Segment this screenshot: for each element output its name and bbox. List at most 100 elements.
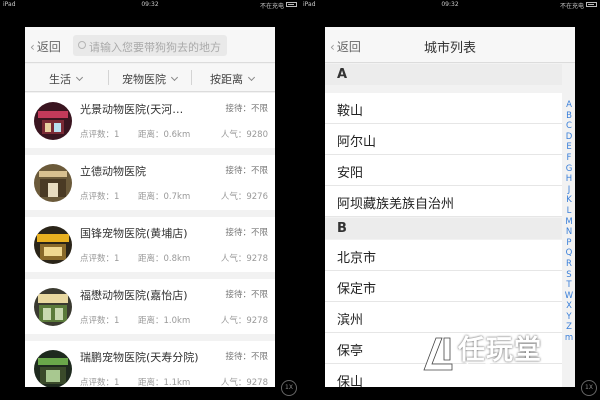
- clinic-reception: 接待：不限: [225, 104, 268, 114]
- city-item[interactable]: 阿坝藏族羌族自治州: [325, 186, 562, 217]
- left-ipad-screen: iPad 09:32 不在充电 ‹ 返回 请输入您要带狗狗去的地方 生活 宠物医院: [0, 0, 300, 400]
- index-letter[interactable]: N: [563, 227, 575, 238]
- clinic-name: 光景动物医院(天河…: [80, 103, 184, 116]
- filter-divider: [108, 70, 109, 85]
- clinic-popularity: 人气：9278: [220, 254, 268, 264]
- index-letter[interactable]: S: [563, 270, 575, 281]
- clinic-name: 福懋动物医院(嘉怡店): [80, 289, 188, 302]
- index-letter[interactable]: W: [563, 291, 575, 302]
- status-time: 09:32: [141, 1, 159, 8]
- index-letter[interactable]: D: [563, 132, 575, 143]
- filter-category[interactable]: 生活: [49, 71, 84, 87]
- status-time: 09:32: [441, 1, 459, 8]
- clinic-popularity: 人气：9280: [220, 130, 268, 140]
- city-name: 北京市: [337, 251, 377, 266]
- clinic-popularity: 人气：9278: [220, 316, 268, 326]
- clinic-row[interactable]: 福懋动物医院(嘉怡店) 接待：不限 点评数：1 距离：1.0km 人气：9278: [25, 279, 275, 334]
- index-letter[interactable]: X: [563, 301, 575, 312]
- city-item[interactable]: 安阳: [325, 155, 562, 186]
- index-letter[interactable]: Q: [563, 248, 575, 259]
- nav-bar: ‹ 返回 请输入您要带狗狗去的地方: [25, 27, 275, 63]
- filter-bar: 生活 宠物医院 按距离: [25, 64, 275, 92]
- filter-label: 宠物医院: [122, 73, 166, 86]
- clinic-photo: [34, 288, 72, 326]
- index-letter[interactable]: L: [563, 206, 575, 217]
- clinic-reviews: 点评数：1: [80, 316, 120, 326]
- index-letter[interactable]: G: [563, 164, 575, 175]
- clinic-row[interactable]: 国锋宠物医院(黄埔店) 接待：不限 点评数：1 距离：0.8km 人气：9278: [25, 217, 275, 272]
- city-name: 阿尔山: [337, 135, 377, 150]
- index-letter[interactable]: K: [563, 195, 575, 206]
- clinic-row[interactable]: 光景动物医院(天河… 接待：不限 点评数：1 距离：0.6km 人气：9280: [25, 93, 275, 148]
- zoom-button[interactable]: 1X: [581, 380, 597, 396]
- clinic-list-app: ‹ 返回 请输入您要带狗狗去的地方 生活 宠物医院 按距离 光景动物医院(天河……: [25, 27, 275, 387]
- index-letter[interactable]: F: [563, 153, 575, 164]
- back-label: 返回: [36, 40, 61, 54]
- clinic-reviews: 点评数：1: [80, 378, 120, 387]
- section-letter: A: [337, 67, 348, 82]
- index-letter[interactable]: H: [563, 174, 575, 185]
- city-name: 鞍山: [337, 104, 364, 119]
- index-letter[interactable]: J: [563, 185, 575, 196]
- clinic-reception: 接待：不限: [225, 352, 268, 362]
- nav-bar: ‹ 返回 城市列表: [325, 27, 575, 63]
- city-name: 保山: [337, 375, 364, 387]
- city-name: 滨州: [337, 313, 364, 328]
- clinic-reception: 接待：不限: [225, 166, 268, 176]
- chevron-left-icon: ‹: [30, 40, 35, 54]
- clinic-popularity: 人气：9278: [220, 378, 268, 387]
- clinic-distance: 距离：0.6km: [138, 130, 191, 140]
- clinic-reviews: 点评数：1: [80, 130, 120, 140]
- filter-label: 生活: [49, 73, 71, 86]
- back-button[interactable]: ‹ 返回: [30, 38, 61, 55]
- filter-type[interactable]: 宠物医院: [122, 71, 179, 87]
- search-icon: [78, 41, 86, 49]
- index-letter[interactable]: A: [563, 100, 575, 111]
- clinic-reception: 接待：不限: [225, 228, 268, 238]
- watermark-logo-icon: [423, 337, 453, 371]
- clinic-distance: 距离：0.7km: [138, 192, 191, 202]
- index-letter[interactable]: P: [563, 238, 575, 249]
- clinic-name: 瑞鹏宠物医院(天寿分院): [80, 351, 199, 364]
- index-letter[interactable]: E: [563, 142, 575, 153]
- clinic-row[interactable]: 瑞鹏宠物医院(天寿分院) 接待：不限 点评数：1 距离：1.1km 人气：927…: [25, 341, 275, 387]
- city-name: 保亭: [337, 344, 364, 359]
- charge-status: 不在充电: [259, 3, 284, 10]
- search-input[interactable]: 请输入您要带狗狗去的地方: [73, 35, 227, 56]
- battery-icon: [586, 2, 597, 7]
- city-item[interactable]: 鞍山: [325, 93, 562, 124]
- index-letter[interactable]: C: [563, 121, 575, 132]
- clinic-photo: [34, 226, 72, 264]
- clinic-reception: 接待：不限: [225, 290, 268, 300]
- index-letter[interactable]: M: [563, 217, 575, 228]
- section-header: B: [325, 218, 562, 239]
- clinic-photo: [34, 164, 72, 202]
- search-placeholder: 请输入您要带狗狗去的地方: [89, 41, 221, 54]
- clinic-row[interactable]: 立德动物医院 接待：不限 点评数：1 距离：0.7km 人气：9276: [25, 155, 275, 210]
- city-item[interactable]: 保定市: [325, 271, 562, 302]
- city-name: 保定市: [337, 282, 377, 297]
- index-letter[interactable]: R: [563, 259, 575, 270]
- clinic-popularity: 人气：9276: [220, 192, 268, 202]
- filter-label: 按距离: [210, 73, 243, 86]
- index-letter[interactable]: T: [563, 280, 575, 291]
- status-bar: iPad 09:32 不在充电: [0, 0, 300, 10]
- section-letter: B: [337, 221, 347, 236]
- city-item[interactable]: 阿尔山: [325, 124, 562, 155]
- clinic-distance: 距离：1.1km: [138, 378, 191, 387]
- zoom-button[interactable]: 1X: [281, 380, 297, 396]
- watermark: 任玩堂 AppGame.com: [418, 330, 596, 382]
- clinic-name: 立德动物医院: [80, 165, 146, 178]
- filter-sort[interactable]: 按距离: [210, 71, 256, 87]
- index-letter[interactable]: B: [563, 111, 575, 122]
- filter-divider: [191, 70, 192, 85]
- chevron-down-icon: [247, 73, 256, 82]
- clinic-distance: 距离：0.8km: [138, 254, 191, 264]
- alphabet-index[interactable]: A B C D E F G H J K L M N P Q R S T W X …: [563, 100, 575, 344]
- city-item[interactable]: 北京市: [325, 240, 562, 271]
- clinic-photo: [34, 102, 72, 140]
- section-header: A: [325, 64, 562, 85]
- index-letter[interactable]: Y: [563, 312, 575, 323]
- chevron-down-icon: [170, 73, 179, 82]
- page-title: 城市列表: [423, 41, 476, 56]
